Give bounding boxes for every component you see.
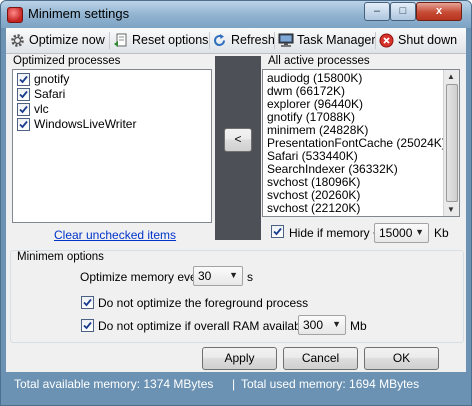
toolbar-separator: [209, 32, 210, 49]
dropdown-arrow-icon: ▼: [332, 319, 341, 329]
ram-threshold-label: Do not optimize if overall RAM available…: [98, 319, 321, 333]
ram-threshold-checkbox[interactable]: [81, 319, 94, 332]
shutdown-icon: [379, 33, 394, 48]
task-manager-button[interactable]: Task Manager: [278, 32, 376, 49]
maximize-icon: □: [399, 5, 407, 17]
process-name: Safari: [34, 87, 66, 101]
foreground-label: Do not optimize the foreground process: [98, 296, 309, 310]
ram-unit-label: Mb: [350, 319, 367, 333]
cancel-button[interactable]: Cancel: [283, 347, 358, 370]
hide-if-memory-checkbox[interactable]: [271, 225, 284, 238]
apply-button[interactable]: Apply: [202, 347, 277, 370]
scroll-thumb[interactable]: [446, 84, 458, 202]
settings-window: Minimem settings – □ x Optimize now Rese…: [0, 0, 472, 406]
clear-unchecked-link[interactable]: Clear unchecked items: [54, 228, 176, 242]
foreground-checkbox[interactable]: [81, 296, 94, 309]
title-bar[interactable]: Minimem settings – □ x: [1, 1, 471, 28]
toolbar-separator: [109, 32, 110, 49]
reset-icon: [114, 33, 127, 47]
scroll-down-icon[interactable]: ▼: [447, 205, 455, 214]
reset-options-button[interactable]: Reset options: [113, 32, 209, 49]
ram-threshold-select[interactable]: 300 ▼: [298, 315, 346, 335]
close-button[interactable]: x: [416, 2, 462, 21]
check-icon: [83, 321, 92, 330]
status-bar: Total available memory: 1374 MBytes | To…: [6, 372, 466, 405]
optimize-now-label: Optimize now: [29, 33, 105, 47]
move-to-optimized-button[interactable]: <: [224, 128, 252, 152]
scroll-up-icon[interactable]: ▲: [447, 72, 455, 81]
process-checkbox[interactable]: [17, 73, 30, 86]
toolbar-separator: [274, 32, 275, 49]
optimized-process-item[interactable]: gnotify: [15, 72, 205, 87]
process-name: WindowsLiveWriter: [34, 117, 137, 131]
hide-if-memory-label: Hide if memory <: [289, 226, 381, 240]
toolbar-separator: [375, 32, 376, 49]
optimized-processes-label: Optimized processes: [13, 55, 121, 67]
window-title: Minimem settings: [28, 6, 130, 21]
hide-threshold-value: 15000: [379, 226, 413, 240]
shut-down-label: Shut down: [398, 33, 458, 47]
process-name: vlc: [34, 102, 49, 116]
active-process-item[interactable]: svchost (22120K): [267, 202, 360, 215]
total-used-memory: Total used memory: 1694 MBytes: [241, 377, 420, 391]
app-icon: [7, 7, 23, 23]
check-icon: [19, 75, 28, 84]
check-icon: [19, 120, 28, 129]
hide-unit-label: Kb: [434, 226, 449, 240]
refresh-button[interactable]: Refresh: [212, 32, 275, 49]
check-icon: [273, 227, 282, 236]
process-checkbox[interactable]: [17, 103, 30, 116]
optimize-interval-select[interactable]: 30 ▼: [193, 266, 243, 286]
refresh-label: Refresh: [231, 33, 275, 47]
check-icon: [19, 105, 28, 114]
interval-unit-label: s: [247, 270, 253, 284]
check-icon: [19, 90, 28, 99]
active-processes-list[interactable]: audiodg (15800K) dwm (66172K) explorer (96…: [262, 69, 460, 217]
process-checkbox[interactable]: [17, 88, 30, 101]
dropdown-arrow-icon: ▼: [415, 227, 424, 237]
check-icon: [83, 298, 92, 307]
shut-down-button[interactable]: Shut down: [379, 32, 463, 49]
optimize-now-button[interactable]: Optimize now: [10, 32, 106, 49]
reset-options-label: Reset options: [132, 33, 209, 47]
dropdown-arrow-icon: ▼: [229, 270, 238, 280]
ram-threshold-value: 300: [303, 318, 324, 332]
process-name: gnotify: [34, 72, 70, 86]
optimize-interval-value: 30: [198, 269, 212, 283]
ok-button[interactable]: OK: [364, 347, 439, 370]
toolbar: Optimize now Reset options Refresh Task …: [6, 28, 466, 54]
status-separator: |: [232, 377, 236, 391]
optimized-process-item[interactable]: Safari: [15, 87, 205, 102]
process-checkbox[interactable]: [17, 118, 30, 131]
minimize-button[interactable]: –: [364, 2, 390, 21]
gear-icon: [11, 34, 24, 47]
hide-threshold-select[interactable]: 15000 ▼: [374, 223, 429, 243]
active-list-scrollbar[interactable]: ▲ ▼: [443, 70, 459, 216]
minimize-icon: –: [373, 5, 381, 17]
maximize-button[interactable]: □: [390, 2, 416, 21]
optimized-processes-list[interactable]: gnotify Safari vlc WindowsLiveWriter: [12, 69, 212, 223]
active-processes-label: All active processes: [268, 55, 370, 67]
optimized-process-item[interactable]: WindowsLiveWriter: [15, 117, 205, 132]
client-area: Optimize now Reset options Refresh Task …: [6, 28, 466, 372]
total-available-memory: Total available memory: 1374 MBytes: [14, 377, 214, 391]
optimized-process-item[interactable]: vlc: [15, 102, 205, 117]
monitor-icon: [278, 33, 294, 47]
optimize-every-label: Optimize memory every: [80, 270, 207, 284]
minimem-options-label: Minimem options: [17, 251, 104, 263]
close-icon: x: [435, 5, 443, 17]
refresh-icon: [214, 34, 226, 47]
task-manager-label: Task Manager: [297, 33, 376, 47]
